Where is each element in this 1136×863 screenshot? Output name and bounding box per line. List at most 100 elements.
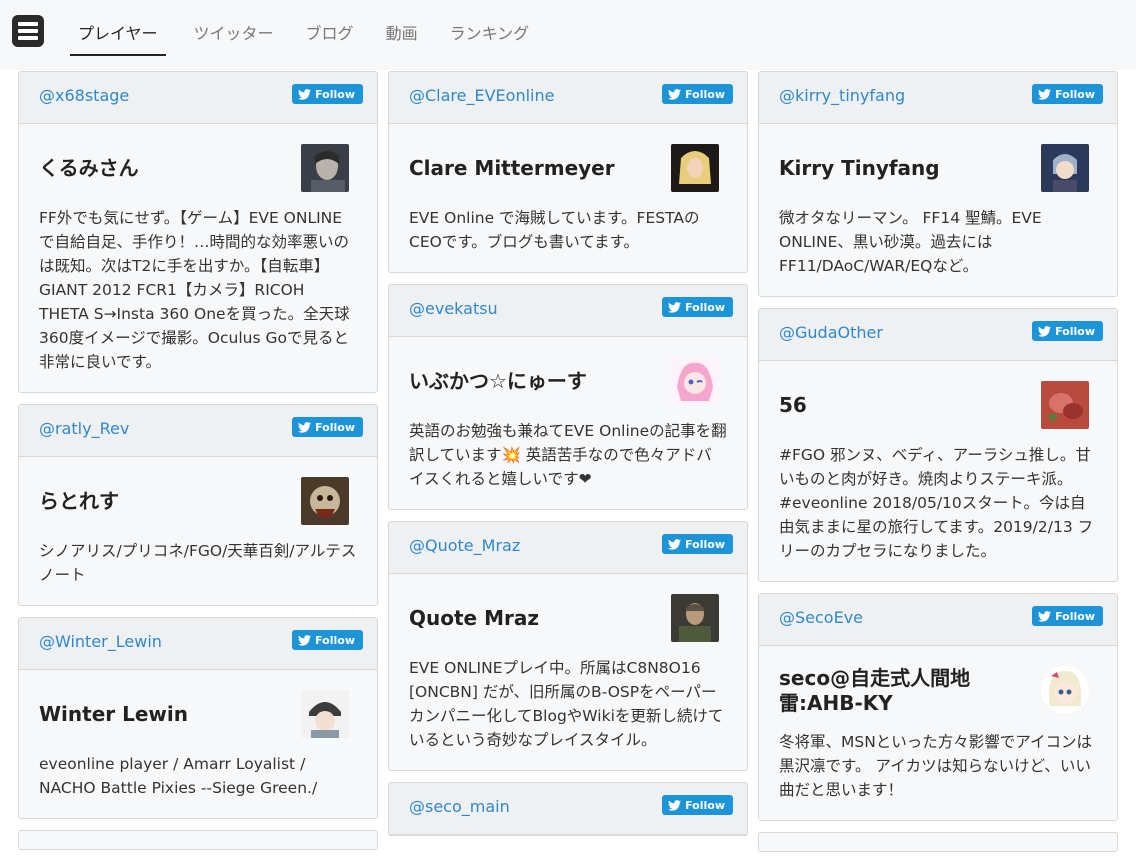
bio-text: 英語のお勉強も兼ねてEVE Onlineの記事を翻訳しています💥 英語苦手なので… <box>409 422 727 488</box>
bio-text: #FGO 邪ンヌ、ベディ、アーラシュ推し。甘いものと肉が好き。焼肉よりステーキ派… <box>779 446 1094 560</box>
tab-players[interactable]: プレイヤー <box>70 18 166 56</box>
bio-text: 微オタなリーマン。 FF14 聖鯖。EVE ONLINE、黒い砂漠。過去にはFF… <box>779 209 1042 275</box>
twitter-bird-icon <box>298 634 312 646</box>
player-card: @Winter_Lewin Follow Winter Lewin eveonl… <box>18 617 378 819</box>
display-name: くるみさん <box>39 155 139 180</box>
avatar[interactable] <box>671 594 719 642</box>
card-header: @x68stage Follow <box>19 72 377 124</box>
avatar[interactable] <box>1041 381 1089 429</box>
follow-button[interactable]: Follow <box>1032 321 1103 341</box>
follow-label: Follow <box>685 300 725 314</box>
twitter-bird-icon <box>668 88 682 100</box>
follow-button[interactable]: Follow <box>662 795 733 815</box>
twitter-handle-link[interactable]: @Quote_Mraz <box>409 536 520 555</box>
follow-button[interactable]: Follow <box>292 417 363 437</box>
follow-button[interactable]: Follow <box>662 297 733 317</box>
card-header: @Winter_Lewin Follow <box>19 618 377 670</box>
card-header: @Quote_Mraz Follow <box>389 522 747 574</box>
avatar[interactable] <box>301 690 349 738</box>
display-name: Clare Mittermeyer <box>409 155 615 180</box>
twitter-bird-icon <box>668 799 682 811</box>
follow-label: Follow <box>315 420 355 434</box>
follow-label: Follow <box>315 87 355 101</box>
bio-text: EVE Online で海賊しています。FESTAのCEOです。ブログも書いてま… <box>409 209 700 251</box>
player-card: @seco_main Follow <box>388 782 748 836</box>
player-card: @Quote_Mraz Follow Quote Mraz EVE ONLINE… <box>388 521 748 771</box>
nav-tabs: プレイヤー ツイッター ブログ 動画 ランキング <box>70 18 557 56</box>
twitter-handle-link[interactable]: @seco_main <box>409 797 510 816</box>
follow-button[interactable]: Follow <box>1032 84 1103 104</box>
top-navbar: プレイヤー ツイッター ブログ 動画 ランキング <box>0 0 1136 70</box>
avatar[interactable] <box>671 144 719 192</box>
player-card: @x68stage Follow くるみさん FF外でも気にせず。【ゲーム】EV… <box>18 71 378 393</box>
twitter-handle-link[interactable]: @ratly_Rev <box>39 419 129 438</box>
bio-text: EVE ONLINEプレイ中。所属はC8N8O16 [ONCBN] だが、旧所属… <box>409 659 724 749</box>
player-card: @evekatsu Follow いぶかつ☆にゅーす 英語のお勉強も兼ねてEVE… <box>388 284 748 510</box>
player-card: @GudaOther Follow 56 #FGO 邪ンヌ、ベディ、アーラシュ推… <box>758 308 1118 582</box>
follow-button[interactable]: Follow <box>292 84 363 104</box>
avatar[interactable] <box>1041 666 1089 714</box>
twitter-bird-icon <box>668 301 682 313</box>
tab-ranking[interactable]: ランキング <box>446 18 534 56</box>
column-3: @kirry_tinyfang Follow Kirry Tinyfang 微オ… <box>758 71 1118 863</box>
follow-button[interactable]: Follow <box>662 534 733 554</box>
twitter-bird-icon <box>298 88 312 100</box>
twitter-bird-icon <box>1038 88 1052 100</box>
follow-label: Follow <box>685 798 725 812</box>
tab-blog[interactable]: ブログ <box>302 18 358 56</box>
player-card: @Clare_EVEonline Follow Clare Mittermeye… <box>388 71 748 273</box>
display-name: らとれす <box>39 488 119 513</box>
follow-label: Follow <box>1055 609 1095 623</box>
card-header: @evekatsu Follow <box>389 285 747 337</box>
follow-label: Follow <box>1055 324 1095 338</box>
tab-video[interactable]: 動画 <box>382 18 422 56</box>
follow-label: Follow <box>685 87 725 101</box>
display-name: Winter Lewin <box>39 701 188 726</box>
follow-button[interactable]: Follow <box>292 630 363 650</box>
column-2: @Clare_EVEonline Follow Clare Mittermeye… <box>388 71 748 847</box>
display-name: 56 <box>779 392 807 417</box>
twitter-bird-icon <box>1038 610 1052 622</box>
follow-button[interactable]: Follow <box>1032 606 1103 626</box>
twitter-handle-link[interactable]: @x68stage <box>39 86 129 105</box>
avatar[interactable] <box>301 144 349 192</box>
twitter-handle-link[interactable]: @evekatsu <box>409 299 498 318</box>
bio-text: FF外でも気にせず。【ゲーム】EVE ONLINEで自給自足、手作り！…時間的な… <box>39 209 350 371</box>
avatar[interactable] <box>301 477 349 525</box>
follow-label: Follow <box>1055 87 1095 101</box>
display-name: seco@自走式人間地雷:AHB-KY <box>779 666 971 715</box>
card-header: @GudaOther Follow <box>759 309 1117 361</box>
follow-button[interactable]: Follow <box>662 84 733 104</box>
tab-twitter[interactable]: ツイッター <box>190 18 278 56</box>
twitter-bird-icon <box>298 421 312 433</box>
menu-icon[interactable] <box>12 15 44 47</box>
avatar[interactable] <box>671 357 719 405</box>
twitter-handle-link[interactable]: @SecoEve <box>779 608 863 627</box>
display-name: Quote Mraz <box>409 605 539 630</box>
bio-text: シノアリス/プリコネ/FGO/天華百剣/アルテスノート <box>39 542 357 584</box>
player-card-partial <box>758 832 1118 852</box>
player-card: @kirry_tinyfang Follow Kirry Tinyfang 微オ… <box>758 71 1118 297</box>
card-header: @SecoEve Follow <box>759 594 1117 646</box>
column-1: @x68stage Follow くるみさん FF外でも気にせず。【ゲーム】EV… <box>18 71 378 861</box>
twitter-handle-link[interactable]: @kirry_tinyfang <box>779 86 905 105</box>
follow-label: Follow <box>685 537 725 551</box>
twitter-handle-link[interactable]: @GudaOther <box>779 323 883 342</box>
twitter-handle-link[interactable]: @Winter_Lewin <box>39 632 162 651</box>
bio-text: 冬将軍、MSNといった方々影響でアイコンは黒沢凛です。 アイカツは知らないけど、… <box>779 733 1093 799</box>
card-header: @ratly_Rev Follow <box>19 405 377 457</box>
card-header: @kirry_tinyfang Follow <box>759 72 1117 124</box>
player-card: @ratly_Rev Follow らとれす シノアリス/プリコネ/FGO/天華… <box>18 404 378 606</box>
display-name: Kirry Tinyfang <box>779 155 940 180</box>
card-header: @Clare_EVEonline Follow <box>389 72 747 124</box>
bio-text: eveonline player / Amarr Loyalist / NACH… <box>39 755 318 797</box>
avatar[interactable] <box>1041 144 1089 192</box>
player-card: @SecoEve Follow seco@自走式人間地雷:AHB-KY 冬将軍、… <box>758 593 1118 821</box>
display-name: いぶかつ☆にゅーす <box>409 368 587 393</box>
twitter-bird-icon <box>1038 325 1052 337</box>
card-header: @seco_main Follow <box>389 783 747 835</box>
twitter-bird-icon <box>668 538 682 550</box>
follow-label: Follow <box>315 633 355 647</box>
player-card-partial <box>18 830 378 850</box>
twitter-handle-link[interactable]: @Clare_EVEonline <box>409 86 554 105</box>
